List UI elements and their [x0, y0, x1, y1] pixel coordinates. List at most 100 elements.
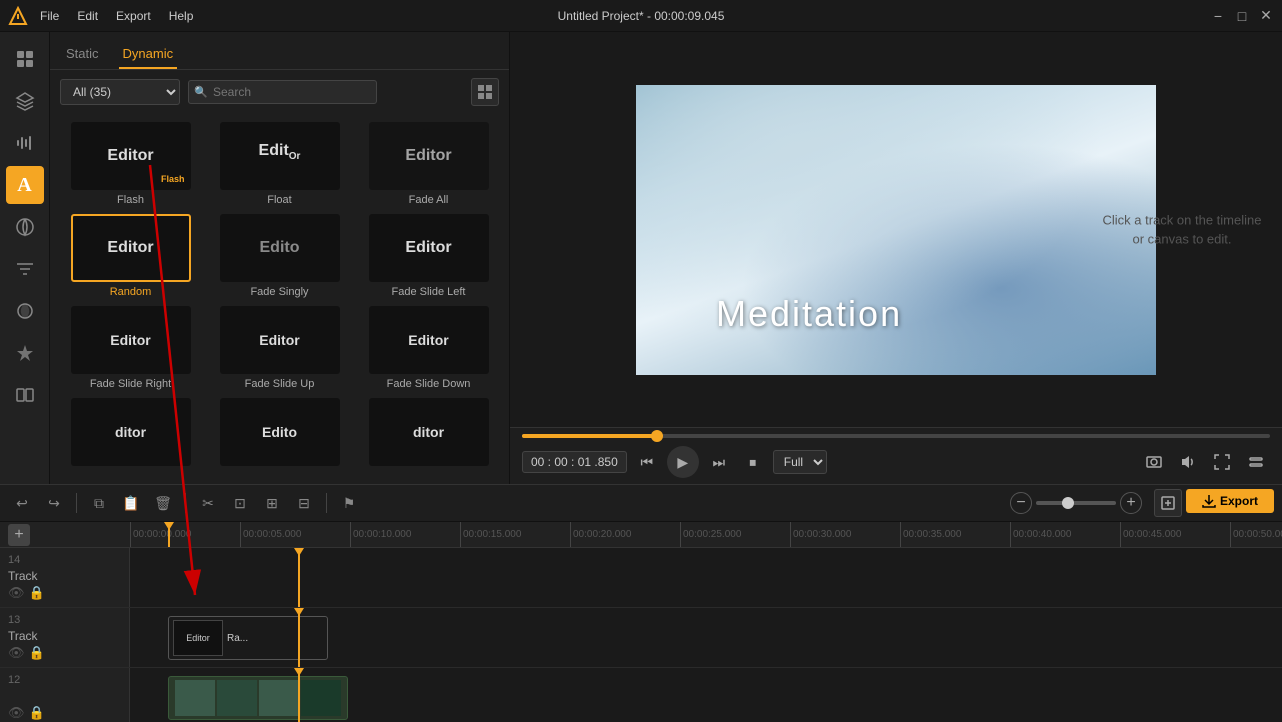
ruler-mark-5: 00:00:25.000	[680, 522, 790, 548]
effect-item-fade-slide-left[interactable]: Editor Fade Slide Left	[358, 214, 499, 298]
delete-button[interactable]: 🗑	[149, 489, 177, 517]
sidebar-item-filters[interactable]	[6, 250, 44, 288]
sidebar-item-text[interactable]: A	[6, 166, 44, 204]
zoom-thumb[interactable]	[1062, 497, 1074, 509]
track-lock-14[interactable]: 🔒	[29, 585, 45, 601]
stop-button[interactable]: ⏹	[739, 448, 767, 476]
separator-3	[326, 493, 327, 513]
effect-item-fade-slide-right[interactable]: Editor Fade Slide Right	[60, 306, 201, 390]
project-title: Untitled Project* - 00:00:09.045	[558, 9, 725, 23]
panel-tabs: Static Dynamic	[50, 32, 509, 70]
sidebar-item-transition[interactable]	[6, 376, 44, 414]
sidebar-item-home[interactable]	[6, 40, 44, 78]
tab-dynamic[interactable]: Dynamic	[119, 40, 178, 69]
menu-file[interactable]: File	[32, 5, 67, 27]
screenshot-button[interactable]	[1140, 448, 1168, 476]
minimize-button[interactable]: −	[1210, 8, 1226, 24]
track-content-12[interactable]	[130, 668, 1282, 722]
ruler-mark-2: 00:00:10.000	[350, 522, 460, 548]
sidebar-item-layers[interactable]	[6, 82, 44, 120]
ruler-mark-6: 00:00:30.000	[790, 522, 900, 548]
panel-area: Static Dynamic All (35) 🔍 Editor Flash	[50, 32, 510, 484]
sidebar-item-color[interactable]	[6, 292, 44, 330]
settings-button[interactable]	[1242, 448, 1270, 476]
redo-button[interactable]: ↪	[40, 489, 68, 517]
preview-timeline-bar[interactable]	[522, 434, 1270, 438]
effect-item-random[interactable]: Editor Random	[60, 214, 201, 298]
sidebar-item-effects[interactable]	[6, 208, 44, 246]
track-lock-13[interactable]: 🔒	[29, 645, 45, 661]
separator-1	[76, 493, 77, 513]
timeline-playhead[interactable]	[168, 522, 170, 547]
track-row-12: 12 👁 🔒	[0, 668, 1282, 722]
track-content-13[interactable]: Editor Ra...	[130, 608, 1282, 667]
marker-button[interactable]: ⚑	[335, 489, 363, 517]
volume-button[interactable]	[1174, 448, 1202, 476]
effect-item-fade-singly[interactable]: Edito Fade Singly	[209, 214, 350, 298]
track-lock-12[interactable]: 🔒	[29, 705, 45, 721]
effect-thumb-r4c: ditor	[369, 398, 489, 466]
tab-static[interactable]: Static	[62, 40, 103, 69]
menu-help[interactable]: Help	[161, 5, 202, 27]
search-input[interactable]	[188, 80, 377, 104]
track-icons-13: 👁 🔒	[8, 645, 121, 661]
effect-item-fade-slide-up[interactable]: Editor Fade Slide Up	[209, 306, 350, 390]
skip-forward-button[interactable]: ⏭	[705, 448, 733, 476]
fullscreen-button[interactable]	[1208, 448, 1236, 476]
preview-video[interactable]: Meditation Click a track on the timeline…	[510, 32, 1282, 427]
panel-toolbar: All (35) 🔍	[50, 70, 509, 114]
close-button[interactable]: ✕	[1258, 8, 1274, 24]
effect-thumb-fade-slide-down: Editor	[369, 306, 489, 374]
effect-item-flash[interactable]: Editor Flash Flash	[60, 122, 201, 206]
track-row-13: 13 Track 👁 🔒 Editor Ra...	[0, 608, 1282, 668]
undo-button[interactable]: ↩	[8, 489, 36, 517]
add-track-button[interactable]: +	[8, 524, 30, 546]
effect-item-r4c[interactable]: ditor	[358, 398, 499, 470]
sidebar-item-stars[interactable]	[6, 334, 44, 372]
effect-item-fade-all[interactable]: Editor Fade All	[358, 122, 499, 206]
effect-item-r4b[interactable]: Edito	[209, 398, 350, 470]
split-button[interactable]: ✂	[194, 489, 222, 517]
time-display: 00 : 00 : 01 .850	[522, 451, 627, 473]
menu-edit[interactable]: Edit	[69, 5, 106, 27]
zoom-out-button[interactable]: −	[1010, 492, 1032, 514]
track-number-14: 14	[8, 554, 121, 566]
preview-controls: 00 : 00 : 01 .850 ⏮ ▶ ⏭ ⏹ Full	[510, 427, 1282, 484]
track-clip-random[interactable]: Editor Ra...	[168, 616, 328, 660]
copy-button[interactable]: ⧉	[85, 489, 113, 517]
track-visibility-14[interactable]: 👁	[8, 585, 25, 601]
effect-label-fade-slide-right: Fade Slide Right	[90, 378, 171, 390]
maximize-button[interactable]: □	[1234, 8, 1250, 24]
effect-item-r4a[interactable]: ditor	[60, 398, 201, 470]
effect-label-float: Float	[267, 194, 291, 206]
quality-dropdown[interactable]: Full	[773, 450, 827, 474]
menu-export[interactable]: Export	[108, 5, 159, 27]
zoom-slider[interactable]	[1036, 501, 1116, 505]
effect-item-fade-slide-down[interactable]: Editor Fade Slide Down	[358, 306, 499, 390]
grid-toggle-button[interactable]	[471, 78, 499, 106]
track-content-14[interactable]	[130, 548, 1282, 607]
sidebar-item-audio[interactable]	[6, 124, 44, 162]
clip-thumb: Editor	[173, 620, 223, 656]
effect-thumb-r4a: ditor	[71, 398, 191, 466]
titlebar: File Edit Export Help Untitled Project* …	[0, 0, 1282, 32]
track-visibility-13[interactable]: 👁	[8, 645, 25, 661]
skip-back-button[interactable]: ⏮	[633, 448, 661, 476]
fit-button[interactable]: ⊞	[258, 489, 286, 517]
category-dropdown[interactable]: All (35)	[60, 79, 180, 105]
export-options-button[interactable]	[1154, 489, 1182, 517]
crop-button[interactable]: ⊡	[226, 489, 254, 517]
timeline-thumb[interactable]	[651, 430, 663, 442]
main-area: A Static Dynamic All (35) 🔍	[0, 32, 1282, 484]
track-visibility-12[interactable]: 👁	[8, 705, 25, 721]
trim-button[interactable]: ⊟	[290, 489, 318, 517]
track-clip-video[interactable]	[168, 676, 348, 720]
play-button[interactable]: ▶	[667, 446, 699, 478]
paste-button[interactable]: 📋	[117, 489, 145, 517]
preview-area: Meditation Click a track on the timeline…	[510, 32, 1282, 484]
export-button[interactable]: Export	[1186, 489, 1274, 513]
zoom-in-button[interactable]: +	[1120, 492, 1142, 514]
effect-thumb-fade-singly: Edito	[220, 214, 340, 282]
timeline-progress	[522, 434, 657, 438]
effect-item-float[interactable]: EditOr Float	[209, 122, 350, 206]
